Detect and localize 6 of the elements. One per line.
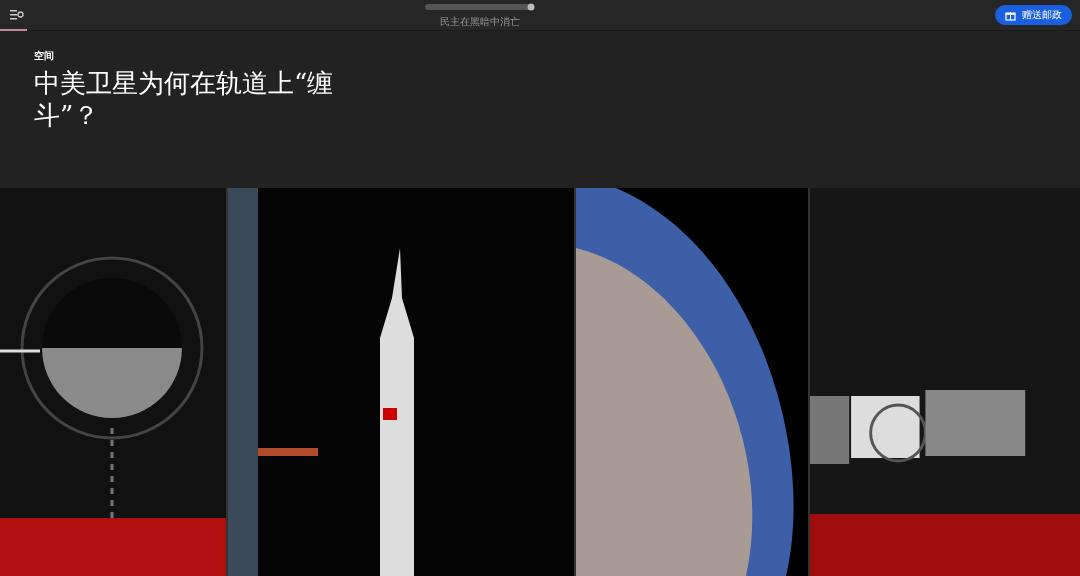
menu-icon[interactable] [10,9,24,21]
article-title: 中美卫星为何在轨道上“缠斗”？ [34,67,335,131]
gift-icon [1005,9,1016,21]
gift-article-button[interactable]: 赠送邮政 [995,5,1072,25]
tagline: 民主在黑暗中消亡 [439,15,520,29]
section-label[interactable]: 空间 [34,49,1046,63]
